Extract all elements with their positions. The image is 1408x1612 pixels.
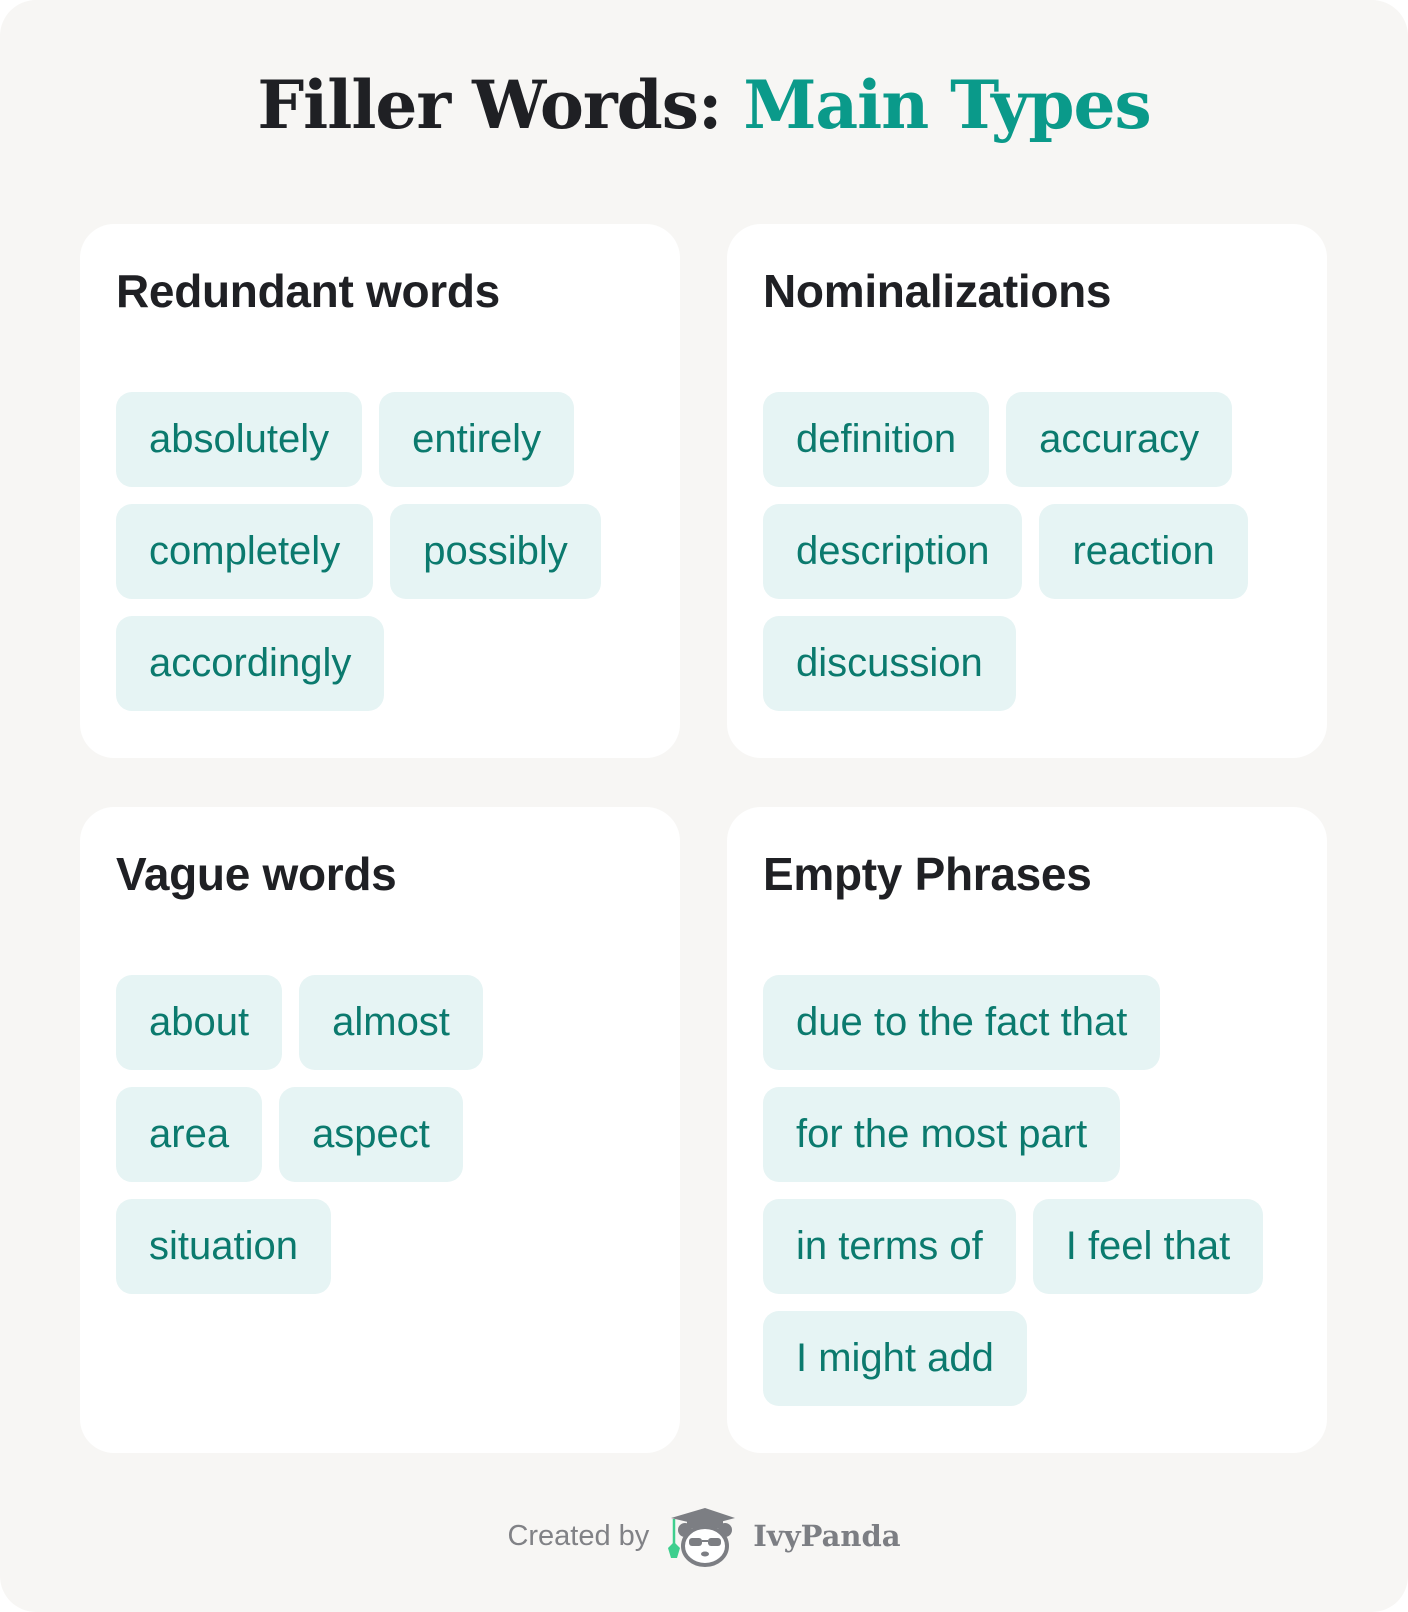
chip[interactable]: in terms of — [763, 1199, 1016, 1294]
footer: Created by IvyPanda — [0, 1504, 1408, 1568]
chip[interactable]: accordingly — [116, 616, 385, 711]
card-heading: Nominalizations — [763, 265, 1112, 317]
title-main: Filler Words: — [257, 66, 744, 144]
title-accent: Main Types — [743, 66, 1151, 144]
chip[interactable]: reaction — [1039, 504, 1248, 599]
chip[interactable]: about — [116, 975, 283, 1070]
created-by-label: Created by — [507, 1519, 650, 1552]
chip[interactable]: aspect — [279, 1087, 463, 1182]
chip[interactable]: discussion — [763, 616, 1016, 711]
chip[interactable]: completely — [116, 504, 374, 599]
chip[interactable]: possibly — [390, 504, 601, 599]
card-heading: Redundant words — [116, 265, 500, 317]
card-heading: Vague words — [116, 848, 397, 900]
chip[interactable]: area — [116, 1087, 263, 1182]
chip-list: definition accuracy description reaction… — [763, 392, 1291, 711]
card-vague-words: Vague words about almost area aspect sit… — [80, 807, 680, 1453]
chip-list: due to the fact that for the most part i… — [763, 975, 1291, 1406]
chip[interactable]: due to the fact that — [763, 975, 1161, 1070]
card-redundant-words: Redundant words absolutely entirely comp… — [80, 224, 680, 758]
chip[interactable]: situation — [116, 1199, 331, 1294]
chip[interactable]: I might add — [763, 1311, 1027, 1406]
infographic-background: Filler Words: Main Types Redundant words… — [0, 0, 1408, 1612]
chip[interactable]: definition — [763, 392, 990, 487]
card-empty-phrases: Empty Phrases due to the fact that for t… — [727, 807, 1327, 1453]
chip[interactable]: almost — [299, 975, 483, 1070]
chip-list: absolutely entirely completely possibly … — [116, 392, 644, 711]
chip[interactable]: for the most part — [763, 1087, 1121, 1182]
chip[interactable]: I feel that — [1032, 1199, 1264, 1294]
chip-list: about almost area aspect situation — [116, 975, 536, 1294]
brand-name: IvyPanda — [753, 1519, 901, 1553]
panda-graduate-icon — [668, 1508, 736, 1567]
card-nominalizations: Nominalizations definition accuracy desc… — [727, 224, 1327, 758]
chip[interactable]: accuracy — [1006, 392, 1233, 487]
card-heading: Empty Phrases — [763, 848, 1092, 900]
chip[interactable]: description — [763, 504, 1023, 599]
chip[interactable]: entirely — [379, 392, 575, 487]
chip[interactable]: absolutely — [116, 392, 363, 487]
page-title: Filler Words: Main Types — [0, 66, 1408, 144]
